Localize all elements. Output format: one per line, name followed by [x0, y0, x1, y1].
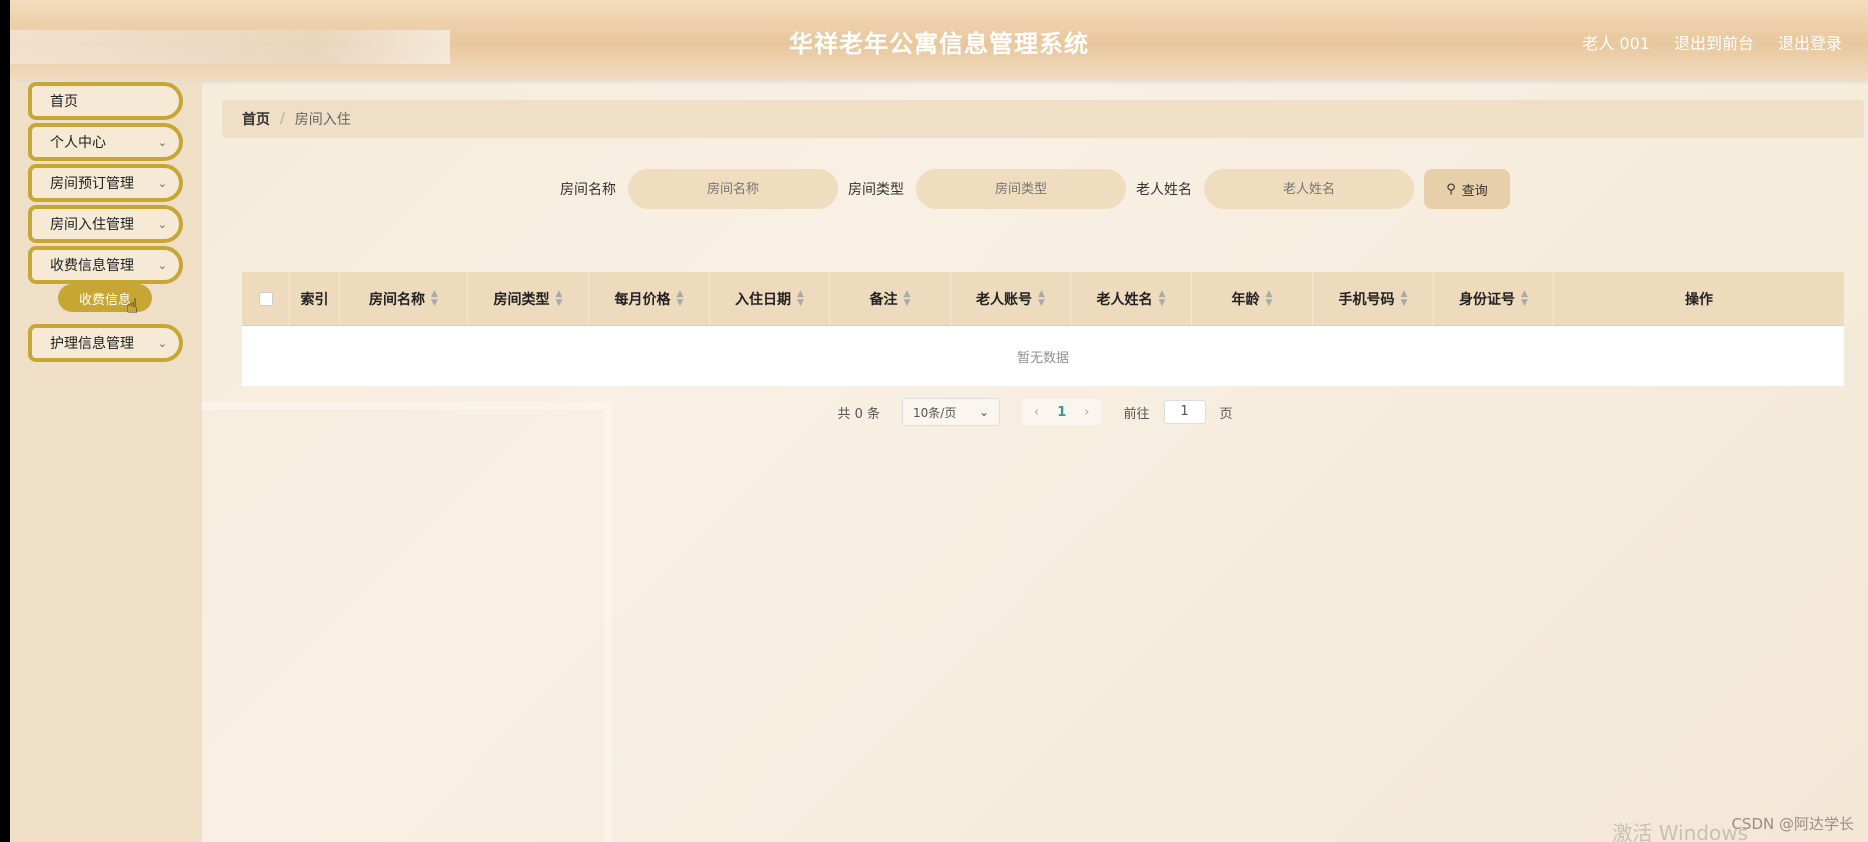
pager: ‹ 1 › — [1022, 399, 1102, 425]
search-icon: ⚲ — [1446, 181, 1456, 197]
header-nav: 老人 001 退出到前台 退出登录 — [1582, 30, 1842, 54]
sort-icon[interactable]: ▲ ▼ — [677, 289, 684, 308]
column-header-label: 手机号码 — [1338, 291, 1395, 308]
sort-icon[interactable]: ▲ ▼ — [1038, 289, 1045, 308]
sort-icon[interactable]: ▲ ▼ — [1159, 289, 1166, 308]
empty-text: 暂无数据 — [1016, 350, 1069, 366]
column-header-label: 老人账号 — [976, 291, 1033, 308]
column-header-room-name[interactable]: 房间名称 ▲ ▼ — [340, 272, 468, 325]
breadcrumb: 首页 / 房间入住 — [222, 100, 1864, 138]
sidebar-item-personal-center[interactable]: 个人中心 ⌄ — [28, 123, 183, 161]
elder-name-input[interactable] — [1204, 169, 1414, 209]
room-name-input[interactable] — [628, 169, 838, 209]
sort-icon[interactable]: ▲ ▼ — [1266, 289, 1273, 308]
breadcrumb-home[interactable]: 首页 — [242, 109, 270, 129]
sidebar-item-label: 个人中心 — [50, 135, 106, 151]
column-header-checkin-date[interactable]: 入住日期 ▲ ▼ — [710, 272, 830, 325]
sidebar-item-home[interactable]: 首页 — [28, 82, 183, 120]
chevron-down-icon: ⌄ — [157, 217, 167, 231]
column-header-elder-name[interactable]: 老人姓名 ▲ ▼ — [1071, 272, 1192, 325]
room-type-input[interactable] — [916, 169, 1126, 209]
column-header-label: 房间类型 — [493, 291, 550, 308]
column-header-remark[interactable]: 备注 ▲ ▼ — [830, 272, 951, 325]
column-header-label: 入住日期 — [735, 291, 792, 308]
back-to-front-link[interactable]: 退出到前台 — [1674, 30, 1754, 54]
select-all-checkbox[interactable] — [258, 291, 273, 306]
page-suffix: 页 — [1219, 406, 1233, 422]
query-button[interactable]: ⚲ 查询 — [1424, 169, 1510, 209]
prev-page-icon[interactable]: ‹ — [1034, 405, 1039, 420]
column-header-elder-account[interactable]: 老人账号 ▲ ▼ — [951, 272, 1071, 325]
current-user[interactable]: 老人 001 — [1582, 30, 1650, 54]
room-type-label: 房间类型 — [848, 182, 904, 198]
column-header-label: 老人姓名 — [1096, 291, 1153, 308]
page-number[interactable]: 1 — [1057, 405, 1066, 420]
sidebar-item-nursing-info[interactable]: 护理信息管理 ⌄ — [28, 324, 183, 362]
sidebar-item-room-checkin[interactable]: 房间入住管理 ⌄ — [28, 205, 183, 243]
sidebar-item-label: 房间预订管理 — [50, 176, 134, 192]
page-size-value: 10条/页 — [913, 405, 957, 420]
column-header-actions: 操作 — [1554, 272, 1844, 325]
column-header-label: 年龄 — [1231, 291, 1260, 308]
page-size-select[interactable]: 10条/页 ⌄ — [902, 398, 1001, 426]
sidebar-item-label: 房间入住管理 — [50, 217, 134, 233]
sort-icon[interactable]: ▲ ▼ — [556, 289, 563, 308]
sort-icon[interactable]: ▲ ▼ — [1521, 289, 1528, 308]
hand-cursor-icon: ☝ — [126, 294, 139, 318]
column-header-monthly-price[interactable]: 每月价格 ▲ ▼ — [589, 272, 710, 325]
sidebar-item-label: 收费信息管理 — [50, 258, 134, 274]
data-table: 索引 房间名称 ▲ ▼ 房间类型 ▲ ▼ 每月价格 ▲ ▼ 入住日期 ▲ ▼ 备… — [242, 272, 1844, 386]
pagination: 共 0 条 10条/页 ⌄ ‹ 1 › 前往 1 页 — [202, 396, 1868, 428]
column-header-room-type[interactable]: 房间类型 ▲ ▼ — [468, 272, 589, 325]
chevron-down-icon: ⌄ — [157, 135, 167, 149]
column-header-label: 房间名称 — [369, 291, 426, 308]
goto-page-input[interactable]: 1 — [1163, 400, 1206, 424]
column-header-age[interactable]: 年龄 ▲ ▼ — [1192, 272, 1313, 325]
sidebar: 首页 个人中心 ⌄ 房间预订管理 ⌄ 房间入住管理 ⌄ 收费信息管理 ⌄ 收费信… — [10, 82, 202, 842]
column-header-id-number[interactable]: 身份证号 ▲ ▼ — [1434, 272, 1554, 325]
chevron-down-icon: ⌄ — [157, 336, 167, 350]
background-decoration — [202, 402, 612, 842]
column-header-label: 操作 — [1685, 291, 1713, 308]
sort-icon[interactable]: ▲ ▼ — [1401, 289, 1408, 308]
watermark: CSDN @阿达学长 — [1731, 815, 1854, 833]
breadcrumb-current: 房间入住 — [294, 112, 351, 128]
column-header-label: 身份证号 — [1459, 291, 1516, 308]
sidebar-item-label: 护理信息管理 — [50, 336, 134, 352]
column-header-phone[interactable]: 手机号码 ▲ ▼ — [1313, 272, 1434, 325]
breadcrumb-separator: / — [280, 111, 285, 127]
column-header-label: 备注 — [869, 291, 898, 308]
goto-label: 前往 — [1123, 406, 1150, 422]
next-page-icon[interactable]: › — [1084, 405, 1089, 420]
sidebar-item-label: 首页 — [50, 94, 78, 110]
top-header: 华祥老年公寓信息管理系统 老人 001 退出到前台 退出登录 — [10, 0, 1868, 80]
column-header-label: 每月价格 — [614, 291, 671, 308]
activate-windows-text: 激活 Windows — [1612, 821, 1748, 842]
select-all-cell — [242, 272, 290, 325]
sort-icon[interactable]: ▲ ▼ — [797, 289, 804, 308]
main-content: 首页 / 房间入住 房间名称 房间类型 老人姓名 ⚲ 查询 索引 — [202, 82, 1868, 842]
table-empty-state: 暂无数据 — [242, 326, 1844, 386]
chevron-down-icon: ⌄ — [978, 405, 990, 419]
logout-link[interactable]: 退出登录 — [1778, 30, 1842, 54]
room-name-label: 房间名称 — [560, 182, 616, 198]
sidebar-item-fee-info[interactable]: 收费信息管理 ⌄ — [28, 246, 183, 284]
sidebar-item-room-booking[interactable]: 房间预订管理 ⌄ — [28, 164, 183, 202]
column-header-index: 索引 — [290, 272, 340, 325]
chevron-down-icon: ⌄ — [157, 176, 167, 190]
sort-icon[interactable]: ▲ ▼ — [904, 289, 911, 308]
column-header-label: 索引 — [300, 291, 329, 308]
search-bar: 房间名称 房间类型 老人姓名 ⚲ 查询 — [202, 168, 1868, 210]
app-screen: 华祥老年公寓信息管理系统 老人 001 退出到前台 退出登录 首页 个人中心 ⌄… — [10, 0, 1868, 842]
sort-icon[interactable]: ▲ ▼ — [431, 289, 438, 308]
elder-name-label: 老人姓名 — [1136, 182, 1192, 198]
chevron-down-icon: ⌄ — [157, 258, 167, 272]
query-button-label: 查询 — [1461, 183, 1488, 199]
table-header: 索引 房间名称 ▲ ▼ 房间类型 ▲ ▼ 每月价格 ▲ ▼ 入住日期 ▲ ▼ 备… — [242, 272, 1844, 326]
total-count: 共 0 条 — [837, 406, 881, 422]
